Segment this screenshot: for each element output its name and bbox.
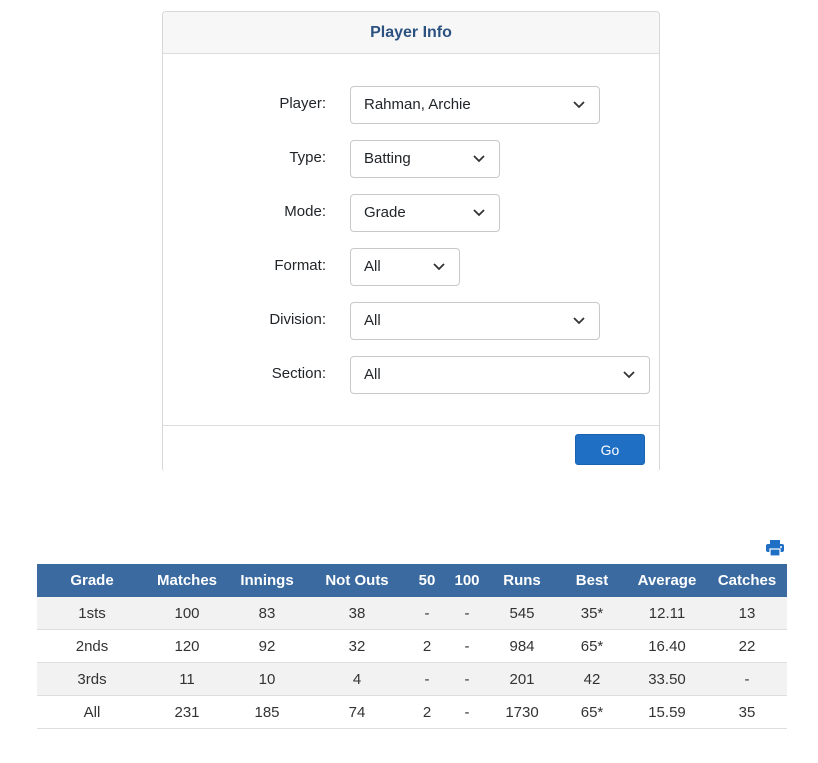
table-cell: 10 <box>227 662 307 696</box>
chevron-down-icon <box>573 317 585 325</box>
type-select[interactable]: Batting <box>350 140 500 178</box>
table-cell: 22 <box>707 629 787 663</box>
table-cell: 35 <box>707 695 787 729</box>
section-select[interactable]: All <box>350 356 650 394</box>
table-cell: 32 <box>307 629 407 663</box>
section-row: Section: All <box>163 356 659 394</box>
division-label: Division: <box>269 311 326 328</box>
chevron-down-icon <box>573 101 585 109</box>
table-cell: 74 <box>307 695 407 729</box>
card-title: Player Info <box>163 12 659 54</box>
division-row: Division: All <box>163 302 659 340</box>
table-row: All 231 185 74 2 - 1730 65* 15.59 35 <box>37 695 787 729</box>
table-cell: - <box>407 597 447 630</box>
table-row: 3rds 11 10 4 - - 201 42 33.50 - <box>37 662 787 696</box>
col-header: 50 <box>407 564 447 597</box>
col-header: Best <box>557 564 627 597</box>
type-row: Type: Batting <box>163 140 659 178</box>
table-cell: 1730 <box>487 695 557 729</box>
table-cell: 545 <box>487 597 557 630</box>
table-cell: 65* <box>557 629 627 663</box>
format-label: Format: <box>274 257 326 274</box>
table-cell: - <box>707 662 787 696</box>
mode-label: Mode: <box>284 203 326 220</box>
table-cell: - <box>447 695 487 729</box>
player-select[interactable]: Rahman, Archie <box>350 86 600 124</box>
col-header: Grade <box>37 564 147 597</box>
table-cell: 12.11 <box>627 597 707 630</box>
table-cell: All <box>37 695 147 729</box>
print-icon[interactable] <box>766 540 784 556</box>
format-value: All <box>364 258 381 275</box>
chevron-down-icon <box>433 263 445 271</box>
division-select[interactable]: All <box>350 302 600 340</box>
table-cell: 38 <box>307 597 407 630</box>
col-header: Average <box>627 564 707 597</box>
table-cell: - <box>447 662 487 696</box>
col-header: Runs <box>487 564 557 597</box>
col-header: Catches <box>707 564 787 597</box>
table-cell: 2 <box>407 629 447 663</box>
table-cell: 13 <box>707 597 787 630</box>
table-cell: - <box>407 662 447 696</box>
table-cell: 83 <box>227 597 307 630</box>
batting-stats-table: Grade Matches Innings Not Outs 50 100 Ru… <box>37 564 787 729</box>
section-label: Section: <box>271 365 326 382</box>
chevron-down-icon <box>473 209 485 217</box>
table-cell: 16.40 <box>627 629 707 663</box>
chevron-down-icon <box>623 371 635 379</box>
table-cell: 984 <box>487 629 557 663</box>
col-header: Not Outs <box>307 564 407 597</box>
mode-select[interactable]: Grade <box>350 194 500 232</box>
mode-row: Mode: Grade <box>163 194 659 232</box>
type-label: Type: <box>289 149 326 166</box>
player-row: Player: Rahman, Archie <box>163 86 659 124</box>
section-value: All <box>364 366 381 383</box>
division-value: All <box>364 312 381 329</box>
table-cell: 120 <box>147 629 227 663</box>
table-cell: 65* <box>557 695 627 729</box>
table-cell: 33.50 <box>627 662 707 696</box>
table-cell: 2 <box>407 695 447 729</box>
chevron-down-icon <box>473 155 485 163</box>
col-header: 100 <box>447 564 487 597</box>
player-value: Rahman, Archie <box>364 96 471 113</box>
table-cell: 231 <box>147 695 227 729</box>
type-value: Batting <box>364 150 411 167</box>
table-cell: 3rds <box>37 662 147 696</box>
mode-value: Grade <box>364 204 406 221</box>
table-cell: 100 <box>147 597 227 630</box>
player-label: Player: <box>279 95 326 112</box>
table-cell: 11 <box>147 662 227 696</box>
table-cell: 42 <box>557 662 627 696</box>
table-row: 1sts 100 83 38 - - 545 35* 12.11 13 <box>37 597 787 630</box>
go-button[interactable]: Go <box>575 434 645 465</box>
table-cell: 92 <box>227 629 307 663</box>
format-select[interactable]: All <box>350 248 460 286</box>
table-cell: - <box>447 597 487 630</box>
table-cell: 1sts <box>37 597 147 630</box>
col-header: Innings <box>227 564 307 597</box>
table-cell: 201 <box>487 662 557 696</box>
table-cell: 35* <box>557 597 627 630</box>
table-header-row: Grade Matches Innings Not Outs 50 100 Ru… <box>37 564 787 597</box>
format-row: Format: All <box>163 248 659 286</box>
card-footer: Go <box>163 425 659 473</box>
col-header: Matches <box>147 564 227 597</box>
table-cell: 4 <box>307 662 407 696</box>
player-info-card: Player Info Player: Rahman, Archie Type:… <box>162 11 660 473</box>
table-row: 2nds 120 92 32 2 - 984 65* 16.40 22 <box>37 629 787 663</box>
table-cell: - <box>447 629 487 663</box>
table-cell: 185 <box>227 695 307 729</box>
table-cell: 2nds <box>37 629 147 663</box>
table-cell: 15.59 <box>627 695 707 729</box>
